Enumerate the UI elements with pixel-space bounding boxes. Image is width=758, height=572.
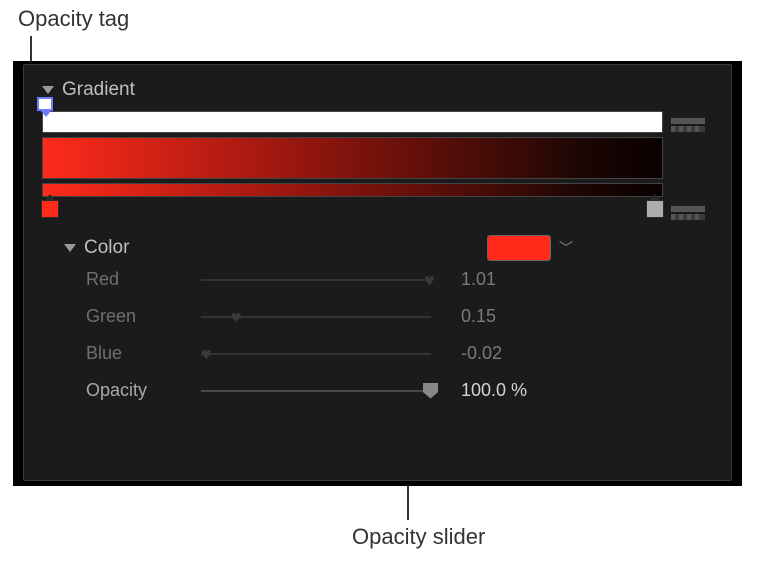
- chevron-down-icon[interactable]: ﹀: [559, 238, 573, 258]
- color-section-title: Color: [84, 237, 129, 259]
- color-section-header[interactable]: Color ﹀: [64, 235, 713, 261]
- opacity-value[interactable]: 100.0 %: [461, 380, 601, 401]
- inspector-panel: Gradient Color: [23, 64, 732, 481]
- color-stop-track[interactable]: [42, 183, 663, 197]
- red-value[interactable]: 1.01: [461, 269, 601, 290]
- slider-keyframe-icon: ♥: [424, 270, 435, 291]
- annotation-opacity-tag: Opacity tag: [18, 6, 129, 32]
- color-section: Color ﹀ Red ♥ 1.01 Green ♥: [42, 235, 713, 409]
- slider-keyframe-icon: ♥: [201, 344, 212, 365]
- color-swatch[interactable]: [487, 235, 551, 261]
- distribute-color-icon[interactable]: [671, 199, 705, 227]
- opacity-slider[interactable]: [201, 381, 431, 401]
- opacity-tag[interactable]: [37, 97, 53, 111]
- gradient-section-header[interactable]: Gradient: [42, 79, 713, 101]
- gradient-editor: [42, 111, 713, 197]
- disclosure-triangle-icon[interactable]: [42, 86, 54, 94]
- opacity-track[interactable]: [42, 111, 663, 133]
- slider-keyframe-icon: ♥: [231, 307, 242, 328]
- param-label: Opacity: [86, 380, 201, 401]
- param-label: Blue: [86, 343, 201, 364]
- annotation-opacity-slider: Opacity slider: [352, 524, 485, 550]
- param-row-opacity: Opacity 100.0 %: [64, 372, 713, 409]
- red-slider[interactable]: ♥: [201, 270, 431, 290]
- blue-value[interactable]: -0.02: [461, 343, 601, 364]
- green-slider[interactable]: ♥: [201, 307, 431, 327]
- screenshot-region: Gradient Color: [13, 61, 742, 486]
- slider-thumb[interactable]: [423, 383, 438, 399]
- param-row-blue: Blue ♥ -0.02: [64, 335, 713, 372]
- disclosure-triangle-icon[interactable]: [64, 244, 76, 252]
- green-value[interactable]: 0.15: [461, 306, 601, 327]
- blue-slider[interactable]: ♥: [201, 344, 431, 364]
- color-stop-right[interactable]: [646, 200, 664, 218]
- gradient-preview: [42, 137, 663, 179]
- param-row-red: Red ♥ 1.01: [64, 261, 713, 298]
- color-stop-left[interactable]: [41, 200, 59, 218]
- param-label: Red: [86, 269, 201, 290]
- section-title: Gradient: [62, 79, 135, 101]
- param-row-green: Green ♥ 0.15: [64, 298, 713, 335]
- param-label: Green: [86, 306, 201, 327]
- distribute-opacity-icon[interactable]: [671, 111, 705, 139]
